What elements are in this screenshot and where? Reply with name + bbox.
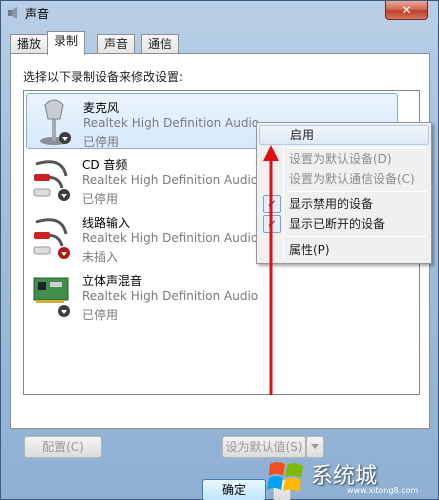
menu-item-set-default-device[interactable]: 设置为默认设备(D) bbox=[259, 149, 429, 169]
device-status: 已停用 bbox=[82, 308, 119, 322]
rca-cable-icon bbox=[33, 218, 70, 259]
device-name: CD 音频 bbox=[82, 158, 128, 172]
tab-communications[interactable]: 通信 bbox=[141, 34, 180, 54]
list-item[interactable]: 立体声混音 Realtek High Definition Audio 已停用 bbox=[26, 267, 398, 323]
device-name: 麦克风 bbox=[83, 101, 120, 115]
device-name: 线路输入 bbox=[82, 216, 131, 230]
menu-item-enable[interactable]: 启用 bbox=[259, 125, 429, 145]
sound-card-icon bbox=[33, 277, 70, 317]
device-description: Realtek High Definition Audio bbox=[82, 289, 259, 303]
speaker-icon bbox=[8, 7, 17, 19]
tab-playback[interactable]: 播放 bbox=[10, 34, 49, 54]
menu-item-show-disabled[interactable]: ✓ 显示禁用的设备 bbox=[259, 194, 429, 214]
windows-logo-icon bbox=[267, 462, 303, 492]
device-status: 已停用 bbox=[82, 192, 119, 206]
instruction-label: 选择以下录制设备来修改设置: bbox=[23, 70, 184, 84]
device-description: Realtek High Definition Audio bbox=[83, 116, 260, 130]
configure-button[interactable]: 配置(C) bbox=[24, 436, 102, 458]
menu-item-label: 显示禁用的设备 bbox=[289, 197, 374, 211]
tab-recording[interactable]: 录制 bbox=[47, 31, 86, 55]
watermark-url: www.xitong8.com bbox=[347, 486, 419, 495]
window-title: 声音 bbox=[25, 7, 50, 21]
device-name: 立体声混音 bbox=[82, 274, 143, 288]
tab-sounds[interactable]: 声音 bbox=[97, 34, 136, 54]
menu-separator bbox=[287, 236, 427, 237]
menu-item-set-default-comm-device[interactable]: 设置为默认通信设备(C) bbox=[259, 169, 429, 189]
device-description: Realtek High Definition Audio bbox=[82, 173, 259, 187]
context-menu: 启用 设置为默认设备(D) 设置为默认通信设备(C) ✓ 显示禁用的设备 ✓ 显… bbox=[256, 122, 432, 264]
device-status: 未插入 bbox=[82, 250, 119, 264]
chevron-down-icon bbox=[311, 444, 319, 449]
set-default-button[interactable]: 设为默认值(S) bbox=[222, 436, 306, 458]
watermark-logo: 系统城 www.xitong8.com bbox=[265, 456, 435, 498]
device-description: Realtek High Definition Audio bbox=[82, 231, 259, 245]
close-button[interactable]: ✕ bbox=[385, 1, 428, 20]
menu-separator bbox=[287, 191, 427, 192]
menu-item-show-disconnected[interactable]: ✓ 显示已断开的设备 bbox=[259, 214, 429, 234]
menu-item-label: 显示已断开的设备 bbox=[289, 217, 386, 231]
set-default-dropdown-button[interactable] bbox=[306, 436, 324, 458]
annotation-arrow-icon bbox=[263, 145, 279, 395]
device-status: 已停用 bbox=[83, 135, 120, 149]
menu-separator bbox=[287, 147, 427, 148]
menu-item-properties[interactable]: 属性(P) bbox=[259, 240, 429, 260]
rca-cable-icon bbox=[33, 160, 70, 201]
ok-button[interactable]: 确定 bbox=[202, 479, 266, 500]
microphone-icon bbox=[40, 99, 71, 145]
title-bar[interactable]: 声音 ✕ bbox=[1, 1, 439, 25]
